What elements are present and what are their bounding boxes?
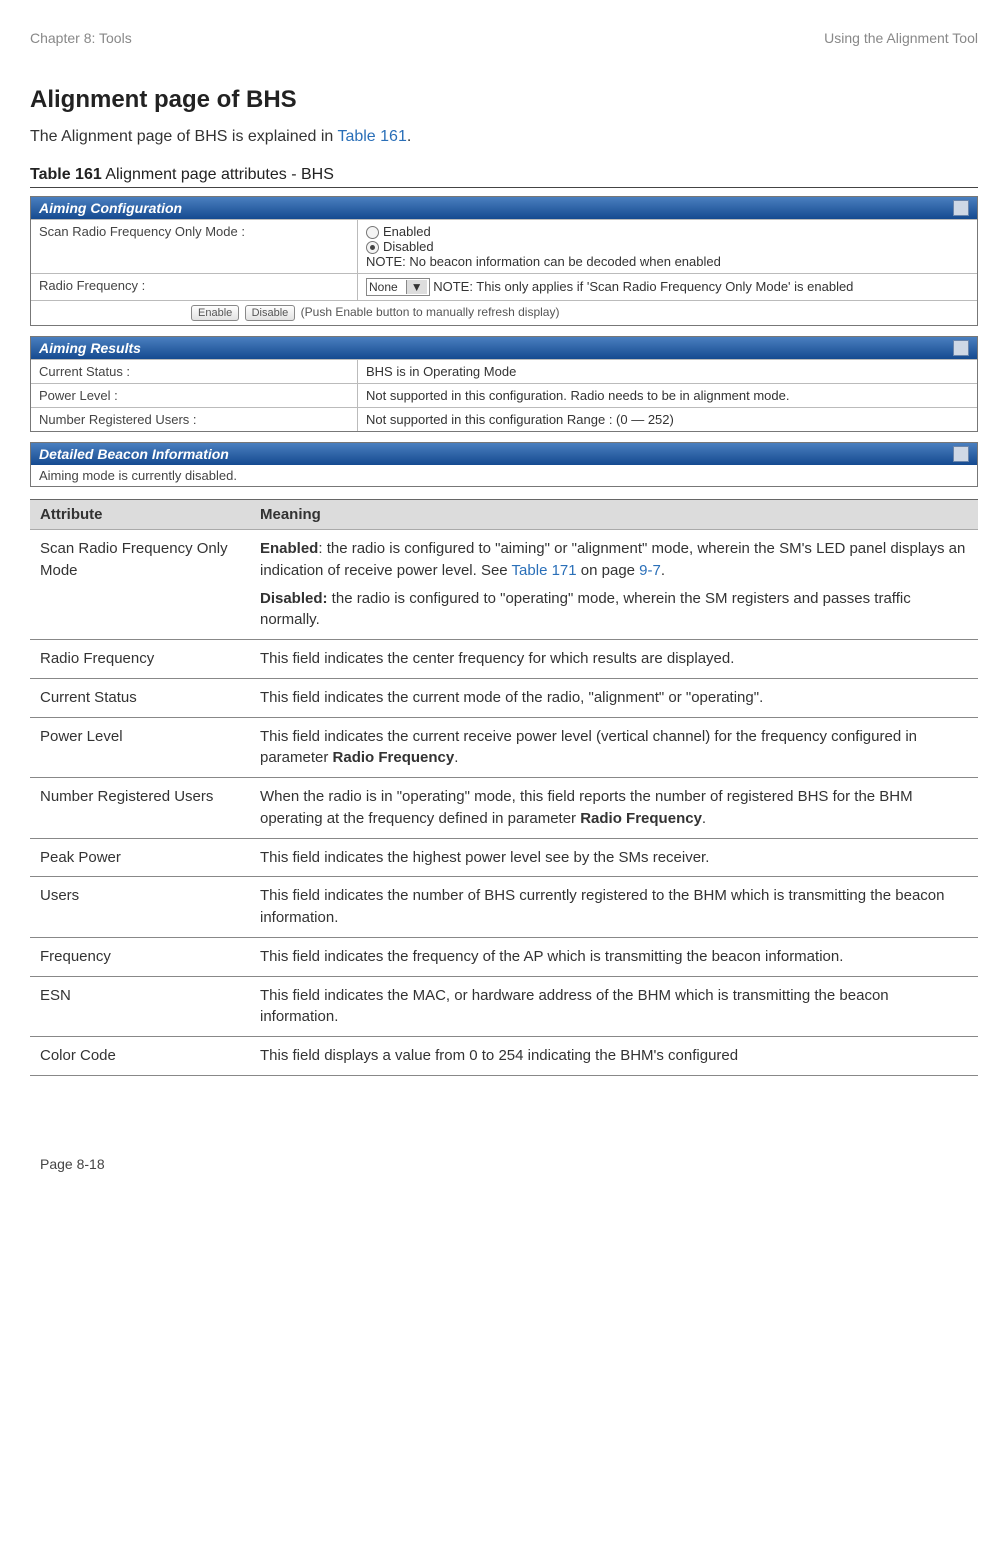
disable-button[interactable]: Disable [245, 305, 296, 321]
attr-cell: Color Code [30, 1037, 250, 1076]
page-title: Alignment page of BHS [30, 86, 978, 114]
intro-text-suffix: . [407, 128, 411, 145]
section-label: Using the Alignment Tool [824, 30, 978, 46]
radio-disabled[interactable] [366, 241, 379, 254]
attr-cell: Number Registered Users [30, 778, 250, 839]
radio-enabled[interactable] [366, 226, 379, 239]
attr-cell: Frequency [30, 937, 250, 976]
meaning-bold: Radio Frequency [580, 810, 702, 827]
table-row: Radio Frequency This field indicates the… [30, 640, 978, 679]
meaning-cell: This field indicates the MAC, or hardwar… [250, 976, 978, 1037]
attr-cell: Current Status [30, 678, 250, 717]
beacon-sub-text: Aiming mode is currently disabled. [31, 465, 977, 486]
meaning-cell: Enabled: the radio is configured to "aim… [250, 530, 978, 640]
meaning-bold: Radio Frequency [333, 749, 455, 766]
disabled-text: the radio is configured to "operating" m… [260, 590, 911, 629]
radio-frequency-select[interactable]: None ▼ [366, 278, 430, 296]
disabled-label: Disabled: [260, 590, 328, 607]
beacon-info-panel: Detailed Beacon Information Aiming mode … [30, 442, 978, 487]
collapse-icon[interactable] [953, 200, 969, 216]
table-row: Current Status This field indicates the … [30, 678, 978, 717]
enabled-label: Enabled [260, 540, 318, 557]
attr-cell: ESN [30, 976, 250, 1037]
power-level-value: Not supported in this configuration. Rad… [358, 384, 977, 407]
table-row: Users This field indicates the number of… [30, 877, 978, 938]
radio-enabled-label: Enabled [383, 224, 431, 239]
push-enable-note: (Push Enable button to manually refresh … [301, 305, 560, 319]
meaning-cell: This field indicates the highest power l… [250, 838, 978, 877]
num-registered-value: Not supported in this configuration Rang… [358, 408, 977, 431]
intro-link[interactable]: Table 161 [337, 128, 406, 145]
aiming-configuration-panel: Aiming Configuration Scan Radio Frequenc… [30, 196, 978, 326]
table-row: Scan Radio Frequency Only Mode Enabled: … [30, 530, 978, 640]
table-row: Power Level This field indicates the cur… [30, 717, 978, 778]
meaning-post: . [454, 749, 458, 766]
attribute-table: Attribute Meaning Scan Radio Frequency O… [30, 499, 978, 1076]
table-row: Frequency This field indicates the frequ… [30, 937, 978, 976]
attr-cell: Peak Power [30, 838, 250, 877]
power-level-label: Power Level : [31, 384, 358, 407]
chevron-down-icon: ▼ [406, 280, 427, 294]
intro-paragraph: The Alignment page of BHS is explained i… [30, 128, 978, 146]
radio-frequency-label: Radio Frequency : [31, 274, 358, 300]
table-row: Color Code This field displays a value f… [30, 1037, 978, 1076]
meaning-cell: This field indicates the center frequenc… [250, 640, 978, 679]
radio-frequency-select-value: None [369, 280, 398, 294]
table-link[interactable]: Table 171 [512, 562, 577, 579]
caption-rest: Alignment page attributes - BHS [102, 166, 334, 183]
meaning-cell: When the radio is in "operating" mode, t… [250, 778, 978, 839]
attr-cell: Radio Frequency [30, 640, 250, 679]
num-registered-label: Number Registered Users : [31, 408, 358, 431]
aiming-results-title: Aiming Results [39, 340, 141, 356]
aiming-results-panel: Aiming Results Current Status : BHS is i… [30, 336, 978, 432]
chapter-label: Chapter 8: Tools [30, 30, 132, 46]
meaning-post: . [702, 810, 706, 827]
table-row: Number Registered Users When the radio i… [30, 778, 978, 839]
attr-cell: Scan Radio Frequency Only Mode [30, 530, 250, 640]
enabled-end: . [661, 562, 665, 579]
col-meaning: Meaning [250, 500, 978, 530]
mid-text: on page [577, 562, 640, 579]
col-attribute: Attribute [30, 500, 250, 530]
current-status-label: Current Status : [31, 360, 358, 383]
table-row: Peak Power This field indicates the high… [30, 838, 978, 877]
aiming-configuration-title: Aiming Configuration [39, 200, 182, 216]
table-caption: Table 161 Alignment page attributes - BH… [30, 166, 978, 188]
intro-text-prefix: The Alignment page of BHS is explained i… [30, 128, 337, 145]
current-status-value: BHS is in Operating Mode [358, 360, 977, 383]
meaning-cell: This field indicates the frequency of th… [250, 937, 978, 976]
attr-cell: Users [30, 877, 250, 938]
page-number: Page 8-18 [30, 1156, 978, 1172]
caption-bold: Table 161 [30, 166, 102, 183]
table-row: ESN This field indicates the MAC, or har… [30, 976, 978, 1037]
collapse-icon[interactable] [953, 340, 969, 356]
collapse-icon[interactable] [953, 446, 969, 462]
radio-disabled-label: Disabled [383, 239, 434, 254]
radio-frequency-note: NOTE: This only applies if 'Scan Radio F… [433, 279, 853, 294]
meaning-cell: This field displays a value from 0 to 25… [250, 1037, 978, 1076]
beacon-info-title: Detailed Beacon Information [39, 446, 229, 462]
meaning-cell: This field indicates the current mode of… [250, 678, 978, 717]
meaning-cell: This field indicates the current receive… [250, 717, 978, 778]
scan-mode-label: Scan Radio Frequency Only Mode : [31, 220, 358, 273]
page-link[interactable]: 9-7 [639, 562, 661, 579]
meaning-cell: This field indicates the number of BHS c… [250, 877, 978, 938]
enable-button[interactable]: Enable [191, 305, 239, 321]
scan-mode-note: NOTE: No beacon information can be decod… [366, 254, 969, 269]
attr-cell: Power Level [30, 717, 250, 778]
